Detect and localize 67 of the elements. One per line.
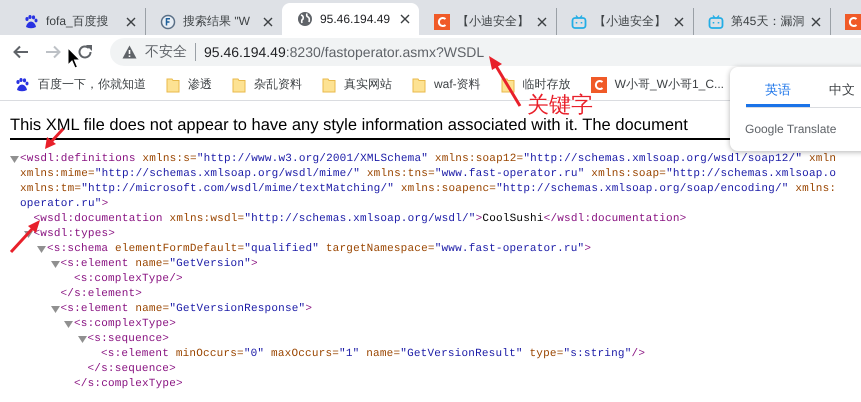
xml-line: <wsdl:definitions xmlns:s="http://www.w3.org/2001/XMLSchema" xmlns:soap12="http://schemas.xmlsoap.org/wsdl/soap12/" xmln [20,152,836,167]
close-icon[interactable] [400,14,410,24]
browser-tab[interactable]: 第45天：漏洞 [693,8,830,35]
folder-icon [322,76,336,92]
translate-footer: Google Translate [730,108,861,136]
warning-icon [122,45,137,59]
xml-line: </s:complexType> [74,377,183,392]
address-bar[interactable]: 不安全 95.46.194.49:8230/fastoperator.asmx?WSDL [110,38,861,66]
bookmark-item[interactable]: 临时存放 [500,76,571,93]
xml-line: xmlns:tm="http://microsoft.com/wsdl/mime/textMatching/" xmlns:soapenc="http://schemas.xmlsoap.org/soap/encoding/" xmlns: [20,182,836,197]
reload-icon [76,43,94,61]
circle-icon [160,14,176,30]
paw-icon [23,14,39,30]
language-tab[interactable]: 英语 [746,75,810,107]
language-tab[interactable]: 中文 [810,75,861,107]
folder-icon [232,76,246,92]
xml-line: <s:complexType> [74,317,176,332]
xml-line: </s:element> [60,287,142,302]
forward-arrow-icon [44,43,62,61]
folder-icon [412,76,426,92]
back-arrow-icon [12,43,30,61]
browser-tab[interactable]: fofa_百度搜 [8,8,145,35]
tv-icon [708,14,724,30]
folder-icon [166,76,180,92]
xml-line: <wsdl:documentation xmlns:wsdl="http://schemas.xmlsoap.org/wsdl/">CoolSushi</wsdl:documentation> [34,212,686,227]
close-icon[interactable] [811,16,822,26]
browser-tab[interactable]: 【小迪安全】 [556,8,693,35]
xml-line: <s:sequence> [88,332,170,347]
expand-toggle[interactable] [64,320,73,329]
xml-line: <s:complexType/> [74,272,183,287]
close-icon[interactable] [674,16,684,26]
expand-toggle[interactable] [78,335,86,344]
security-label: 不安全 [145,43,187,61]
bookmark-item[interactable]: 渗透 [166,76,212,93]
globe-icon [297,11,313,27]
close-icon[interactable] [263,16,273,26]
xml-line: operator.ru"> [20,197,108,212]
expand-toggle[interactable] [37,245,46,254]
annotation-label: 关键字 [527,91,593,118]
tile-icon [434,14,450,30]
paw-icon [14,76,30,92]
tile-icon [845,14,861,30]
xml-line: <s:element name="GetVersion"> [60,257,258,272]
bookmark-item[interactable]: 真实网站 [322,76,392,93]
expand-toggle[interactable] [50,305,60,314]
xml-line: </s:sequence> [88,362,176,377]
xml-line: <s:schema elementFormDefault="qualified" targetNamespace="www.fast-operator.ru"> [47,242,592,257]
close-icon[interactable] [126,16,136,26]
bookmark-item[interactable]: W小哥_W小哥1_C... [590,76,724,93]
url-text: 95.46.194.49:8230/fastoperator.asmx?WSDL [204,44,484,60]
bookmark-item[interactable]: 杂乱资料 [232,76,302,93]
browser-tab[interactable]: 【小迪安全】 [419,8,556,35]
bookmark-item[interactable]: 百度一下，你就知道 [14,76,146,93]
xml-line: <s:element minOccurs="0" maxOccurs="1" name="GetVersionResult" type="s:string"/> [101,347,646,362]
tv-icon [571,14,587,30]
xml-line: xmlns:mime="http://schemas.xmlsoap.org/wsdl/mime/" xmlns:tns="www.fast-operator.ru" xmlns:soap="http://schemas.xmlsoap.o [20,167,836,182]
close-icon[interactable] [537,16,547,26]
expand-toggle[interactable] [24,230,32,239]
tile-icon [590,76,607,92]
xml-line: <wsdl:types> [34,227,116,242]
expand-toggle[interactable] [50,260,60,269]
annotation-arrow [489,56,522,107]
expand-toggle[interactable] [10,155,19,164]
cursor-icon [68,46,82,69]
browser-tab[interactable]: 95.46.194.49 [282,3,419,35]
bookmark-item[interactable]: waf-资料 [412,76,481,93]
xml-line: <s:element name="GetVersionResponse"> [60,302,312,317]
